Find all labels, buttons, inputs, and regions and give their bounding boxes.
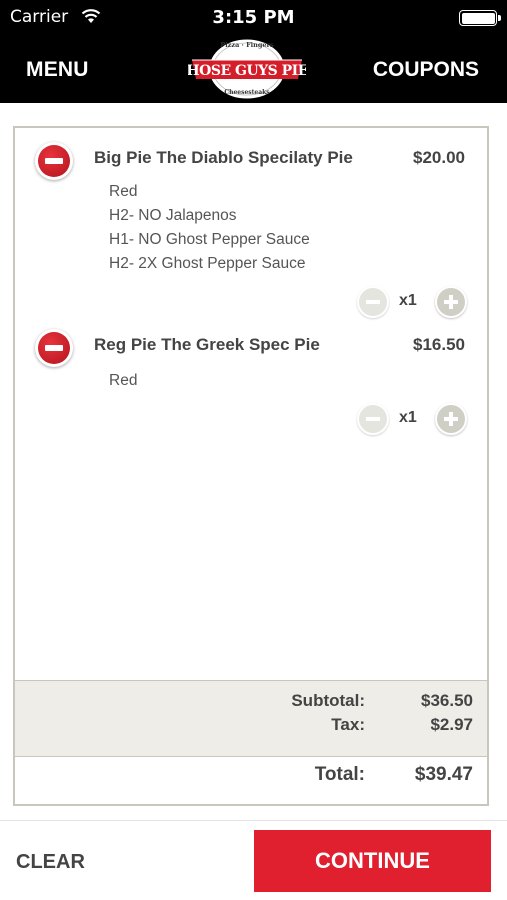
item-name: Reg Pie The Greek Spec Pie (94, 335, 320, 354)
tax-value: $2.97 (430, 715, 473, 734)
item-modifiers: Red (109, 369, 137, 393)
total-line: Total: $39.47 (173, 764, 473, 790)
tax-label: Tax: (331, 715, 365, 734)
quantity-value: x1 (399, 292, 417, 309)
item-price: $16.50 (413, 335, 465, 354)
remove-item-icon (38, 145, 70, 177)
continue-button[interactable]: CONTINUE (254, 830, 491, 892)
item-name: Big Pie The Diablo Specilaty Pie (94, 148, 353, 167)
total-row: Total: $39.47 (15, 760, 487, 804)
cart-item: Reg Pie The Greek Spec Pie $16.50 Red x1 (15, 329, 487, 439)
quantity-plus-icon[interactable] (435, 403, 467, 435)
those-guys-pies-logo[interactable]: Pizza · Fingers Cheesesteaks THOSE GUYS … (188, 31, 306, 101)
modifier: H2- NO Jalapenos (109, 207, 237, 224)
tax-row: Tax: $2.97 (173, 715, 473, 737)
subtotal-label: Subtotal: (291, 691, 365, 710)
battery-icon (459, 10, 501, 26)
clock: 3:15 PM (212, 7, 295, 28)
totals-summary: Subtotal: $36.50 Tax: $2.97 (15, 680, 487, 757)
total-label: Total: (314, 764, 365, 785)
quantity-stepper: x1 (357, 403, 467, 437)
svg-text:Cheesesteaks: Cheesesteaks (224, 89, 270, 96)
remove-item-icon (38, 332, 70, 364)
quantity-minus-icon[interactable] (357, 403, 389, 435)
quantity-minus-icon[interactable] (357, 286, 389, 318)
remove-item-button[interactable] (35, 142, 73, 180)
cart-panel: Big Pie The Diablo Specilaty Pie $20.00 … (13, 126, 489, 806)
modifier: H2- 2X Ghost Pepper Sauce (109, 255, 306, 272)
item-price: $20.00 (413, 148, 465, 167)
modifier: Red (109, 183, 138, 200)
top-bar: Carrier 3:15 PM MENU Pizza · Fingers Che… (0, 0, 507, 103)
bottom-action-bar: CLEAR CONTINUE (0, 820, 507, 900)
modifier: Red (109, 372, 138, 389)
coupons-button[interactable]: COUPONS (373, 58, 479, 82)
menu-button[interactable]: MENU (26, 58, 89, 82)
quantity-stepper: x1 (357, 286, 467, 320)
remove-item-button[interactable] (35, 329, 73, 367)
svg-text:THOSE GUYS PIES: THOSE GUYS PIES (188, 63, 306, 79)
subtotal-row: Subtotal: $36.50 (173, 691, 473, 713)
svg-text:Pizza · Fingers: Pizza · Fingers (220, 41, 274, 49)
quantity-value: x1 (399, 409, 417, 426)
subtotal-value: $36.50 (421, 691, 473, 710)
cart-item: Big Pie The Diablo Specilaty Pie $20.00 … (15, 142, 487, 322)
total-value: $39.47 (414, 764, 473, 785)
quantity-plus-icon[interactable] (435, 286, 467, 318)
item-modifiers: Red H2- NO Jalapenos H1- NO Ghost Pepper… (109, 180, 310, 276)
clear-button[interactable]: CLEAR (16, 851, 85, 874)
modifier: H1- NO Ghost Pepper Sauce (109, 231, 310, 248)
